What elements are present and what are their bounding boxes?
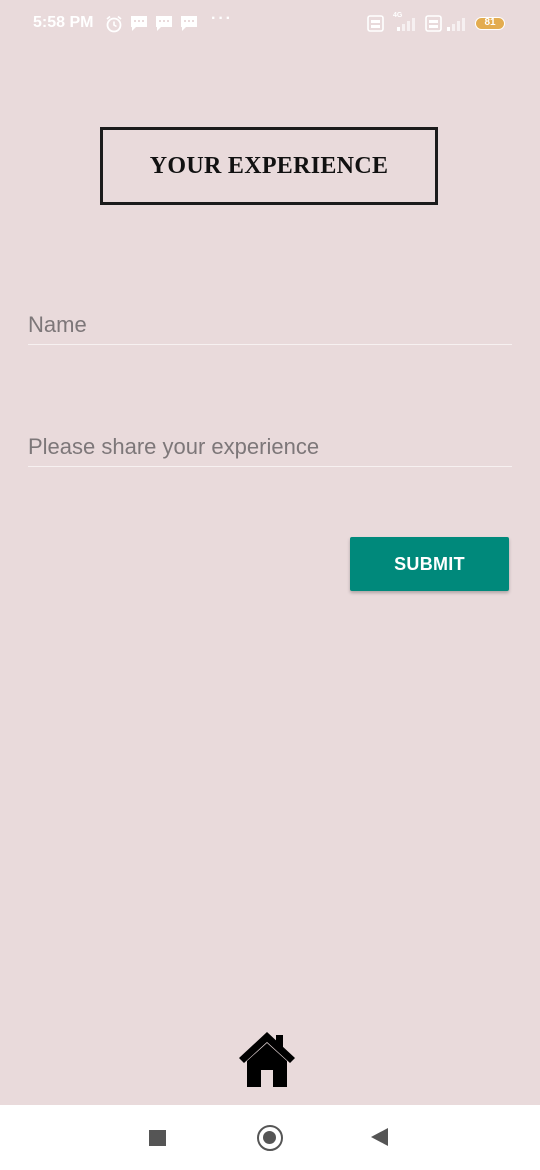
message-icon [181, 16, 197, 31]
navigation-bar [0, 1105, 540, 1170]
home-nav-dot [263, 1131, 276, 1144]
message-icon [131, 16, 147, 31]
message-icon [156, 16, 172, 31]
alarm-icon [106, 15, 122, 33]
submit-button[interactable]: SUBMIT [350, 537, 509, 591]
home-nav-icon[interactable] [257, 1125, 283, 1151]
status-time: 5:58 PM [33, 14, 94, 31]
battery-icon: 81 [475, 17, 505, 30]
experience-input[interactable] [28, 427, 512, 467]
back-icon[interactable] [371, 1128, 388, 1146]
home-icon[interactable] [238, 1030, 296, 1088]
volte-icon [367, 15, 384, 32]
page-title: YOUR EXPERIENCE [149, 152, 389, 179]
volte-icon [425, 15, 442, 32]
status-bar: 5:58 PM ··· 4G 81 [0, 0, 540, 48]
signal-icon [397, 18, 415, 31]
signal-icon [447, 18, 465, 31]
page-title-box: YOUR EXPERIENCE [100, 127, 438, 205]
more-dots-icon: ··· [211, 10, 233, 27]
battery-level: 81 [484, 17, 496, 28]
name-input[interactable] [28, 305, 512, 345]
recent-apps-icon[interactable] [149, 1130, 166, 1146]
